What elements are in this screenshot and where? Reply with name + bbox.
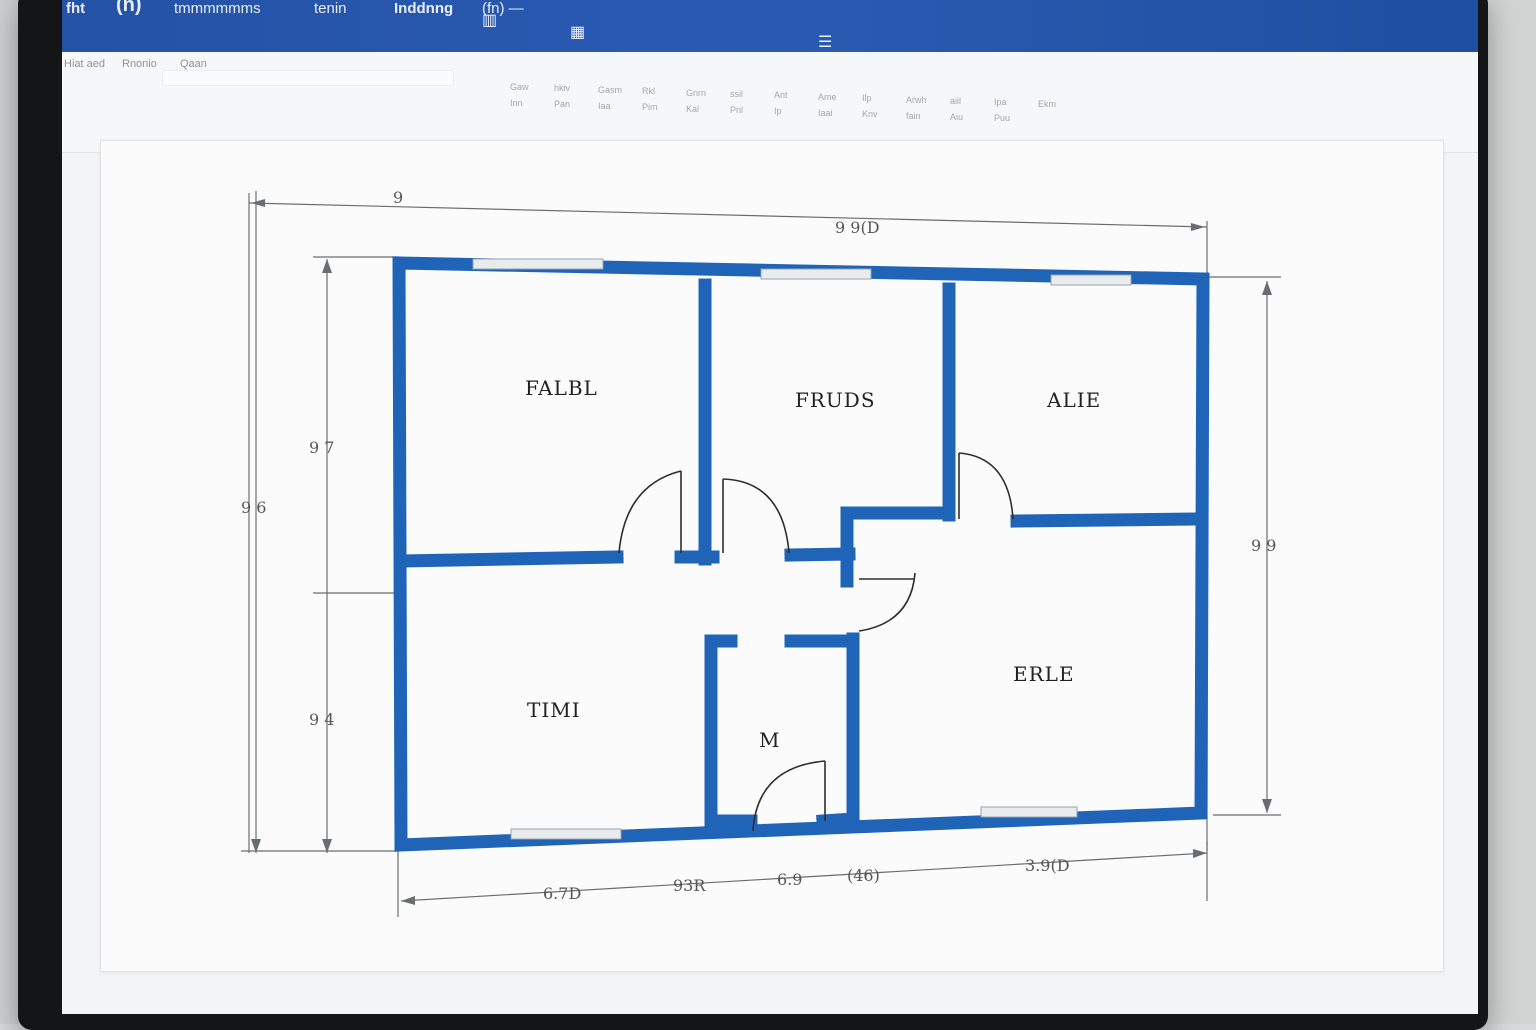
ribbon-command[interactable]: Puu [994, 113, 1010, 123]
table-icon[interactable]: ☰ [818, 32, 832, 52]
ribbon-command[interactable]: Ekm [1038, 99, 1056, 109]
room-label-6: ERLE [1013, 662, 1075, 686]
menu-item-1[interactable]: tmmmmmms [174, 0, 261, 17]
ribbon-command[interactable]: Gaw [510, 82, 529, 92]
walls [399, 263, 1203, 845]
ribbon-tab-1[interactable]: Hiat aed [64, 58, 105, 70]
ribbon-command[interactable]: Iaa [598, 101, 611, 111]
ribbon-command[interactable]: Iaai [818, 108, 833, 118]
bar-chart-icon[interactable]: ▥ [482, 10, 497, 30]
ribbon-tab-2[interactable]: Rnonio [122, 58, 157, 70]
dim-bottom-1: 6.7D [543, 884, 581, 903]
title-bar: fht (n) tmmmmmms tenin Inddnng (fn) — ▥ … [62, 0, 1478, 52]
dim-bottom-3: 6.9 [777, 870, 802, 889]
screen: fht (n) tmmmmmms tenin Inddnng (fn) — ▥ … [62, 0, 1478, 1014]
floor-plan-drawing: FALBL FRUDS ALIE TIMI M ERLE 9 9(D 9 9 6… [101, 141, 1443, 971]
dim-top-total: 9 9(D [835, 218, 880, 237]
room-label-5: M [759, 728, 780, 752]
dim-bottom-4: (46) [847, 866, 880, 885]
ribbon-command[interactable]: Aiu [950, 112, 963, 122]
ribbon-command[interactable]: Pim [642, 102, 658, 112]
ribbon-command[interactable]: Kal [686, 104, 699, 114]
ribbon-command[interactable]: Knv [862, 109, 878, 119]
document-page: FALBL FRUDS ALIE TIMI M ERLE 9 9(D 9 9 6… [100, 140, 1444, 972]
app-label[interactable]: fht [66, 0, 85, 17]
ribbon-command[interactable]: aiil [950, 96, 961, 106]
ribbon-command[interactable]: Inn [510, 98, 523, 108]
ribbon-command[interactable]: Ame [818, 92, 837, 102]
dim-bottom-total: 3.9(D [1025, 856, 1070, 875]
ribbon-search-box[interactable] [162, 70, 454, 86]
menu-item-3[interactable]: Inddnng [394, 0, 453, 17]
grid-icon[interactable]: ▦ [570, 22, 585, 42]
ribbon-tab-3[interactable]: Qaan [180, 58, 207, 70]
ribbon-command[interactable]: Gnrn [686, 88, 706, 98]
room-label-2: FRUDS [795, 388, 876, 412]
room-label-1: FALBL [525, 376, 598, 400]
dim-right: 9 9 [1251, 536, 1276, 555]
dim-left-lower: 9 4 [309, 710, 334, 729]
room-label-4: TIMI [527, 698, 581, 722]
dim-left-outer: 9 6 [241, 498, 266, 517]
ribbon-command[interactable]: Ipa [994, 97, 1007, 107]
dim-left-upper: 9 7 [309, 438, 334, 457]
ribbon-command[interactable]: Gasm [598, 85, 622, 95]
ribbon-command[interactable]: Arwh [906, 95, 927, 105]
menu-item-2[interactable]: tenin [314, 0, 347, 17]
monitor-bezel: fht (n) tmmmmmms tenin Inddnng (fn) — ▥ … [18, 0, 1488, 1030]
ribbon-command[interactable]: fain [906, 111, 921, 121]
ribbon: Hiat aed Rnonio Qaan Gaw hkiv Gasm Rkl Gnrn s… [62, 52, 1478, 153]
ribbon-command[interactable]: Pnl [730, 105, 743, 115]
ribbon-command[interactable]: Pan [554, 99, 570, 109]
ribbon-command[interactable]: Ant [774, 90, 788, 100]
room-label-3: ALIE [1046, 388, 1101, 412]
ribbon-command[interactable]: Ilp [862, 93, 872, 103]
ribbon-command[interactable]: ssil [730, 89, 743, 99]
dim-bottom-2: 93R [673, 876, 706, 895]
dim-top-small: 9 [393, 188, 403, 207]
ribbon-command[interactable]: Rkl [642, 86, 655, 96]
app-logo: (n) [116, 0, 142, 17]
ribbon-command[interactable]: hkiv [554, 83, 570, 93]
ribbon-command[interactable]: Ip [774, 106, 782, 116]
